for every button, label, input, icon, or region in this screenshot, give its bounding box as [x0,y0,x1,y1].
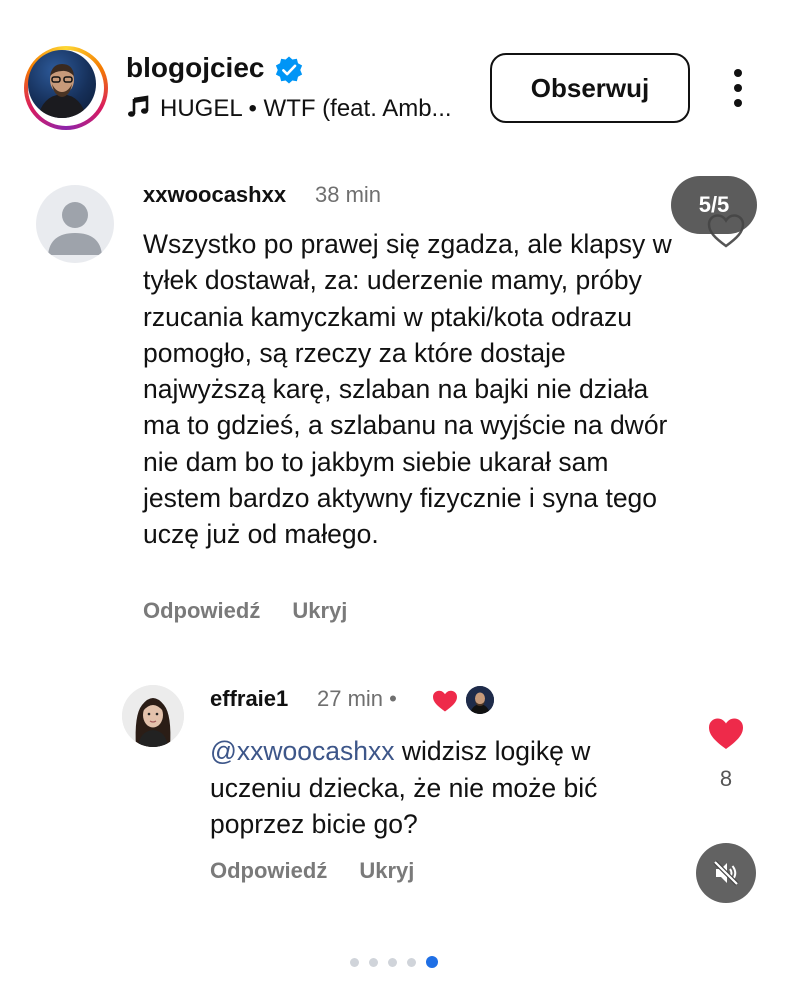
like-count: 8 [719,766,733,791]
profile-avatar [28,50,96,118]
post-header: blogojciec HUGEL • WTF (feat. Amb... Obs… [0,0,787,140]
speaker-muted-icon [713,860,739,886]
more-vertical-icon[interactable] [727,68,749,108]
music-track-label: HUGEL • WTF (feat. Amb... [160,95,452,122]
comment-timestamp: 38 min [315,182,382,207]
creator-liked-heart-icon [433,690,457,712]
comment-actions: Odpowiedź Ukryj [143,598,379,624]
carousel-pagination [0,956,787,968]
comment-text: Wszystko po prawej się zgadza, ale klaps… [143,229,672,550]
mute-button[interactable] [696,843,756,903]
pagination-dot[interactable] [406,957,416,967]
reply-text: @xxwoocashxx widzisz logikę w uczeniu dz… [210,736,598,839]
commenter-avatar[interactable] [122,685,184,747]
music-note-icon [128,95,149,117]
creator-mini-avatar [466,686,494,714]
like-filled-icon[interactable] [706,716,746,752]
carousel-counter: 5/5 [671,176,757,234]
default-avatar-icon[interactable] [36,185,114,263]
pagination-dot[interactable] [349,957,359,967]
reply-username[interactable]: effraie1 [210,686,288,712]
reply-button[interactable]: Odpowiedź [210,858,327,883]
post-author-username[interactable]: blogojciec [126,52,264,84]
follow-button[interactable]: Obserwuj [490,53,690,123]
hide-button[interactable]: Ukryj [359,858,414,883]
music-info[interactable]: HUGEL • WTF (feat. Amb... [126,95,452,123]
hide-button[interactable]: Ukryj [292,598,347,623]
reply-button[interactable]: Odpowiedź [143,598,260,623]
pagination-dot-active[interactable] [425,956,438,968]
reply-actions: Odpowiedź Ukryj [210,858,446,884]
pagination-dot[interactable] [368,957,378,967]
story-ring-avatar[interactable] [24,46,108,130]
verified-badge-icon [275,56,303,84]
comment-username[interactable]: xxwoocashxx [143,182,286,208]
mention-link[interactable]: @xxwoocashxx [210,736,395,766]
pagination-dot[interactable] [387,957,397,967]
reply-timestamp: 27 min • [317,686,397,711]
